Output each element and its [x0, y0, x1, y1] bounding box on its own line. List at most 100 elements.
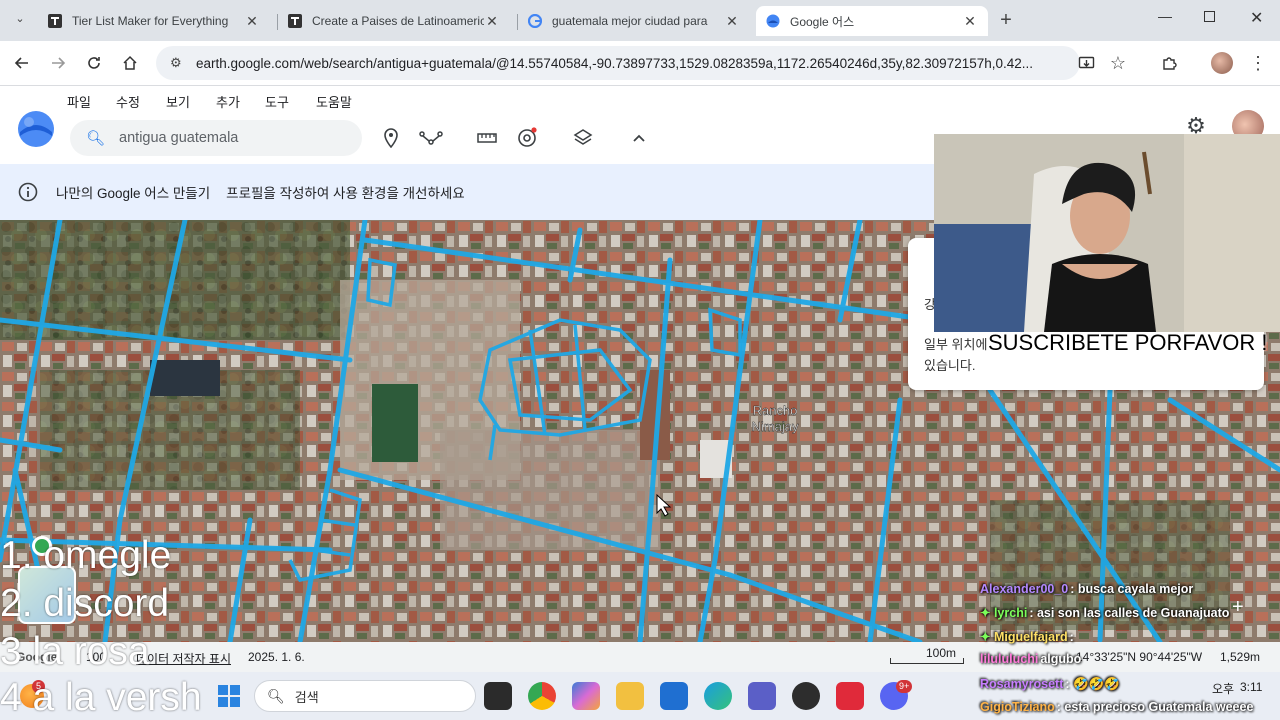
stream-list-item-2: 2. discord	[0, 582, 170, 625]
search-icon: 🔍︎	[86, 130, 106, 147]
webcam-feed	[934, 134, 1280, 332]
chat-text: : 🤣🤣🤣	[1065, 677, 1120, 691]
close-tab-icon[interactable]: ✕	[484, 13, 500, 30]
close-tab-icon[interactable]: ✕	[244, 13, 260, 30]
close-tab-icon[interactable]: ✕	[724, 13, 740, 30]
collapse-toolbar-button[interactable]	[627, 126, 651, 150]
chat-username: lilululuchi	[980, 652, 1039, 666]
edge-app-icon[interactable]	[704, 682, 732, 710]
voyager-tool[interactable]	[515, 126, 539, 150]
tab-create-paises[interactable]: Create a Paises de Latinoamerica ✕	[278, 6, 510, 36]
path-tool[interactable]	[419, 126, 443, 150]
chat-message: lilululuchi algubo	[980, 652, 1081, 666]
menu-view[interactable]: 보기	[166, 92, 190, 111]
chat-text: : asi son las calles de Guanajuato	[1029, 606, 1230, 620]
tab-search-button[interactable]: ⌄	[10, 12, 30, 30]
create-earth-link[interactable]: 나만의 Google 어스 만들기	[56, 182, 210, 202]
browser-menu-icon[interactable]: ⋮	[1246, 51, 1270, 75]
url-text[interactable]: earth.google.com/web/search/antigua+guat…	[196, 56, 1033, 71]
new-tab-button[interactable]: +	[996, 9, 1016, 32]
google-earth-icon	[766, 14, 780, 28]
taskbar-search-box[interactable]: 🔍︎ 검색	[254, 680, 476, 712]
chevron-up-icon	[633, 134, 645, 142]
imagery-date: 2025. 1. 6.	[248, 650, 305, 664]
chat-message: Alexander00_0: busca cayala mejor	[980, 582, 1193, 596]
recording-app-icon[interactable]	[836, 682, 864, 710]
home-button[interactable]	[118, 51, 142, 75]
chat-message: ✦ Miguelfajard:	[980, 630, 1074, 644]
stream-list-item-3: 3 la rosa	[0, 630, 150, 673]
discord-badge: 9+	[896, 680, 913, 693]
measure-tool[interactable]	[475, 126, 499, 150]
stream-list-item-1: 1. omegle	[0, 534, 172, 577]
file-explorer-icon[interactable]	[616, 682, 644, 710]
tab-title: Create a Paises de Latinoamerica	[312, 14, 484, 28]
profile-avatar[interactable]	[1211, 52, 1233, 74]
placemark-tool[interactable]	[379, 126, 403, 150]
tab-guatemala-search[interactable]: guatemala mejor ciudad para ✕	[518, 6, 750, 36]
obs-app-icon[interactable]	[792, 682, 820, 710]
banner-text: 프로필을 작성하여 사용 환경을 개선하세요	[226, 186, 465, 201]
reload-button[interactable]	[82, 51, 106, 75]
altitude-readout: 1,529m	[1220, 650, 1261, 664]
microsoft-store-icon[interactable]	[660, 682, 688, 710]
voyager-icon	[518, 127, 537, 147]
home-icon	[123, 55, 137, 70]
chat-username: GigioTiziano	[980, 700, 1055, 714]
chat-username: lyrchi	[993, 606, 1028, 620]
zoom-in-button[interactable]: +	[1232, 596, 1244, 619]
tab-tier-list[interactable]: Tier List Maker for Everything ✕	[38, 6, 270, 36]
forward-button[interactable]	[46, 51, 70, 75]
address-bar[interactable]: ⚙ earth.google.com/web/search/antigua+gu…	[156, 46, 1080, 80]
taskbar-search-placeholder: 검색	[294, 689, 319, 705]
site-settings-icon[interactable]: ⚙	[170, 55, 186, 71]
menu-file[interactable]: 파일	[67, 92, 91, 111]
browser-toolbar: ⚙ earth.google.com/web/search/antigua+gu…	[0, 41, 1280, 86]
streamer-webcam: SUSCRIBETE PORFAVOR !	[934, 134, 1280, 332]
chat-text: : esta precioso Guatemala weeee	[1056, 700, 1254, 714]
popup-line2: 있습니다.	[924, 358, 976, 373]
search-input[interactable]: antigua guatemala	[119, 130, 238, 146]
coordinates-readout: 14°33'25"N 90°44'25"W	[1076, 650, 1203, 664]
google-icon	[528, 14, 542, 28]
chat-username: Miguelfajard	[993, 630, 1068, 644]
menu-tools[interactable]: 도구	[265, 92, 289, 111]
chrome-app-icon[interactable]	[528, 682, 556, 710]
clock-period[interactable]: 오후	[1212, 680, 1234, 697]
path-icon	[419, 131, 443, 145]
menu-add[interactable]: 추가	[216, 92, 240, 111]
extensions-puzzle-icon[interactable]	[1157, 51, 1181, 75]
earth-search-box[interactable]: 🔍︎ antigua guatemala	[70, 120, 362, 156]
close-window-button[interactable]: ✕	[1250, 8, 1263, 28]
close-tab-icon[interactable]: ✕	[962, 13, 978, 30]
restore-button[interactable]	[1204, 11, 1215, 22]
place-label-line1: Rancho	[753, 403, 798, 418]
arrow-left-icon	[14, 57, 28, 69]
chat-text: : busca cayala mejor	[1070, 582, 1194, 596]
teams-app-icon[interactable]	[748, 682, 776, 710]
minimize-button[interactable]: —	[1158, 8, 1172, 24]
layers-tool[interactable]	[571, 126, 595, 150]
chat-username: Alexander00_0	[980, 582, 1069, 596]
menu-help[interactable]: 도움말	[316, 92, 352, 111]
install-app-icon[interactable]	[1074, 51, 1098, 75]
reload-icon	[88, 57, 100, 69]
tiermaker-icon	[48, 14, 62, 28]
back-button[interactable]	[10, 51, 34, 75]
copilot-app-icon[interactable]	[572, 682, 600, 710]
map-status-bar: Google 100 데이터 저작자 표시 2025. 1. 6. 100m 1…	[0, 642, 1280, 672]
tab-google-earth[interactable]: Google 어스 ✕	[756, 6, 988, 36]
menu-edit[interactable]: 수정	[116, 92, 140, 111]
tiermaker-icon	[288, 14, 302, 28]
arrow-right-icon	[52, 57, 66, 69]
chat-message: ✦ lyrchi: asi son las calles de Guanajua…	[980, 606, 1230, 620]
info-icon	[18, 182, 38, 202]
task-view-icon[interactable]	[484, 682, 512, 710]
search-icon: 🔍︎	[267, 687, 285, 704]
clock-time[interactable]: 3:11	[1240, 680, 1262, 694]
windows-start-icon[interactable]	[218, 685, 240, 707]
google-earth-logo	[18, 111, 54, 147]
attribution-link[interactable]: 데이터 저작자 표시	[136, 650, 231, 667]
bookmark-star-icon[interactable]: ☆	[1106, 51, 1130, 75]
tab-title: guatemala mejor ciudad para	[552, 14, 708, 28]
